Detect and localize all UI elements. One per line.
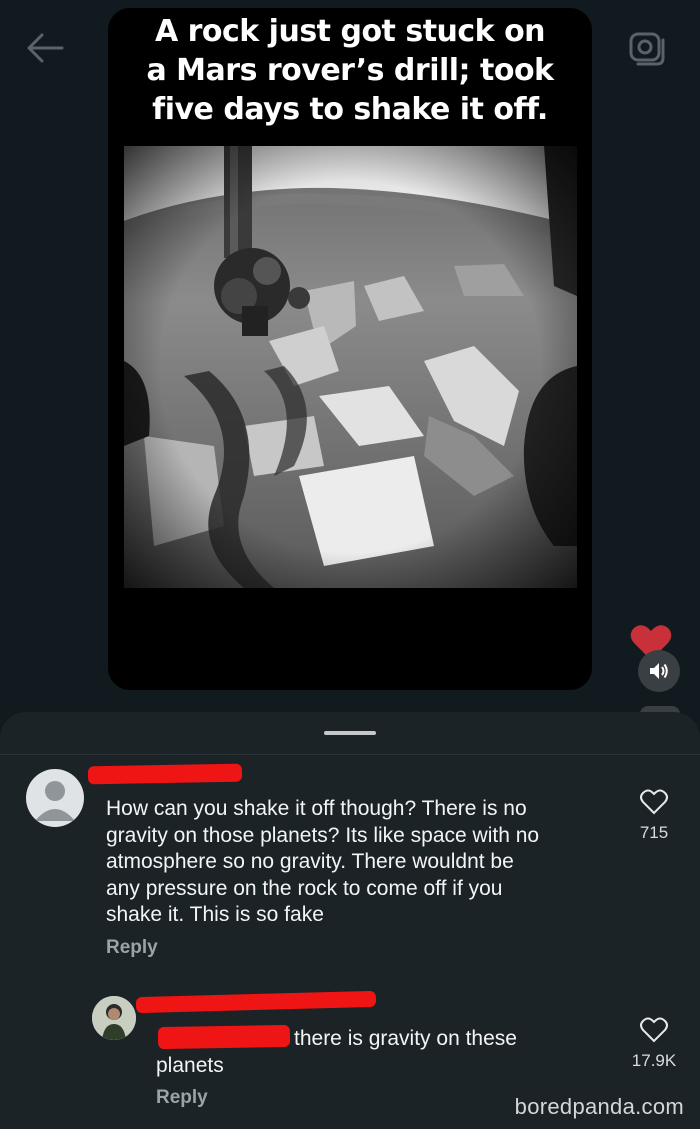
volume-button[interactable] — [638, 650, 680, 692]
avatar[interactable] — [26, 769, 84, 827]
comments-sheet: How can you shake it off though? There i… — [0, 712, 700, 1129]
mars-rover-photo — [124, 146, 577, 588]
back-button[interactable] — [22, 28, 68, 68]
user-photo-avatar — [92, 996, 136, 1040]
heart-outline-icon — [640, 1017, 668, 1043]
reel-caption: A rock just got stuck on a Mars rover’s … — [146, 14, 554, 127]
arrow-left-icon — [27, 33, 64, 63]
avatar[interactable] — [92, 996, 136, 1040]
camera-icon — [629, 32, 665, 66]
sheet-drag-handle[interactable] — [324, 731, 376, 735]
reply-button[interactable]: Reply — [106, 937, 158, 959]
reply-comment-text: there is gravity on these — [294, 1027, 517, 1050]
redacted-username — [87, 763, 243, 785]
like-count: 17.9K — [631, 1051, 677, 1070]
watermark: boredpanda.com — [514, 1094, 684, 1119]
reel-video[interactable]: A rock just got stuck on a Mars rover’s … — [108, 8, 592, 690]
comment-like-button[interactable] — [639, 788, 669, 816]
speaker-icon — [650, 663, 668, 679]
camera-button[interactable] — [624, 28, 670, 68]
divider — [0, 754, 700, 755]
reply-button[interactable]: Reply — [156, 1087, 208, 1109]
like-count: 715 — [639, 823, 669, 842]
comment-like-button[interactable] — [639, 1016, 669, 1044]
reply-comment-text-continued: planets — [156, 1054, 224, 1077]
comment-text: How can you shake it off though? There i… — [106, 797, 540, 926]
redacted-username — [135, 990, 377, 1014]
default-avatar-icon — [35, 781, 75, 821]
heart-outline-icon — [640, 789, 668, 815]
redacted-mention — [157, 1024, 291, 1050]
